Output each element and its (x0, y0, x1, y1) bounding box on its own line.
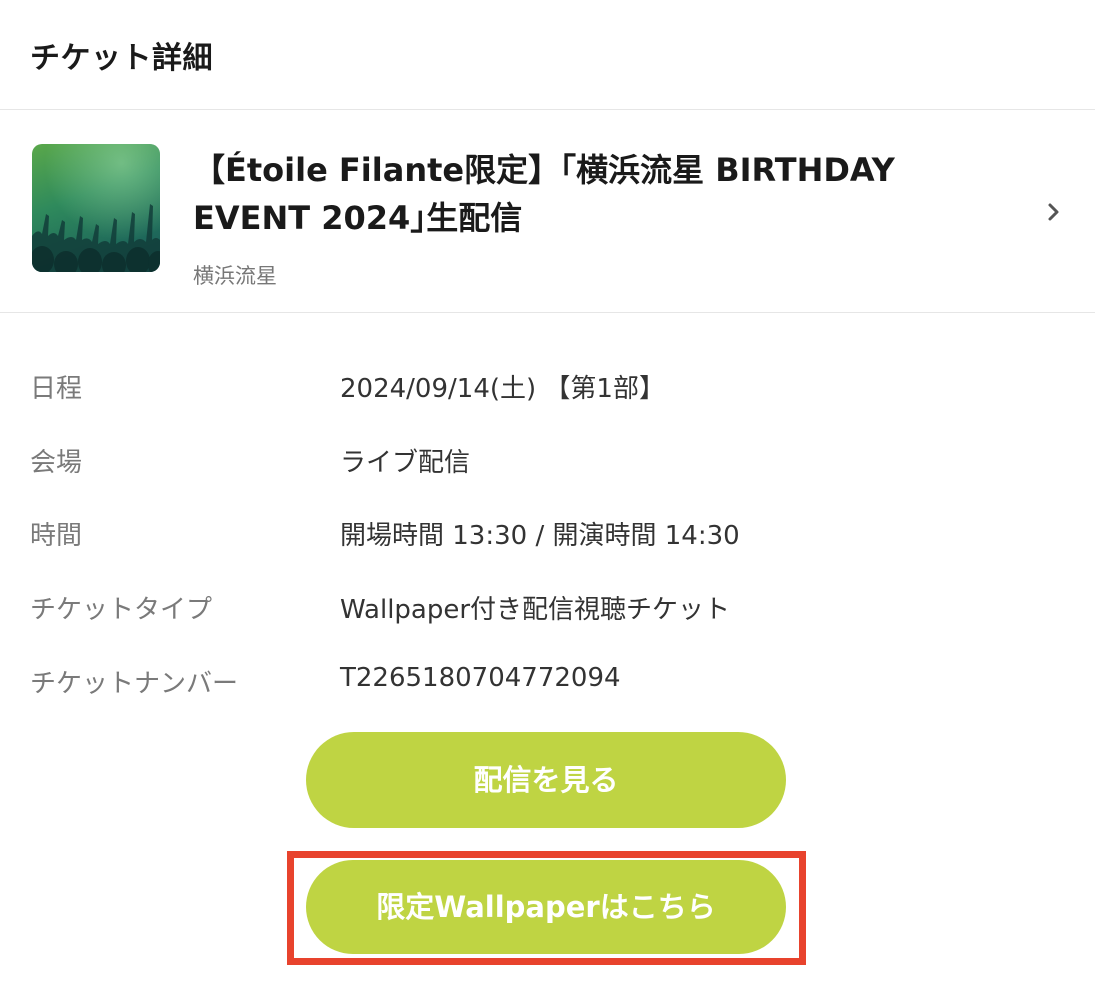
event-card[interactable]: 【Étoile Filante限定】｢横浜流星 BIRTHDAY EVENT 2… (0, 110, 1095, 313)
detail-value: ライブ配信 (340, 448, 471, 478)
detail-label: チケットタイプ (30, 595, 213, 625)
ticket-detail-page: チケット詳細 【Étoile Filante限定】｢横浜流星 BIRTHDAY … (0, 0, 1095, 988)
detail-row-ticket-type: チケットタイプ Wallpaper付き配信視聴チケット (0, 589, 1095, 629)
detail-label: 日程 (30, 374, 83, 404)
detail-label: 会場 (30, 448, 83, 478)
concert-crowd-image (32, 144, 160, 272)
detail-label: 時間 (30, 521, 83, 551)
detail-row-ticket-number: チケットナンバー T2265180704772094 (0, 663, 1095, 703)
chevron-right-icon[interactable] (1044, 202, 1064, 222)
detail-label: チケットナンバー (30, 669, 239, 699)
detail-value: 開場時間 13:30 / 開演時間 14:30 (340, 521, 740, 551)
detail-row-date: 日程 2024/09/14(土) 【第1部】 (0, 368, 1095, 408)
page-header: チケット詳細 (0, 0, 1095, 110)
page-title: チケット詳細 (30, 41, 213, 76)
event-artist: 横浜流星 (193, 264, 277, 288)
event-title: 【Étoile Filante限定】｢横浜流星 BIRTHDAY EVENT 2… (193, 151, 895, 237)
limited-wallpaper-button[interactable]: 限定Wallpaperはこちら (306, 860, 786, 954)
watch-stream-button[interactable]: 配信を見る (306, 732, 786, 828)
detail-row-venue: 会場 ライブ配信 (0, 442, 1095, 482)
detail-value: 2024/09/14(土) 【第1部】 (340, 374, 665, 404)
detail-value: T2265180704772094 (340, 663, 621, 693)
detail-row-time: 時間 開場時間 13:30 / 開演時間 14:30 (0, 515, 1095, 555)
event-thumbnail (32, 144, 160, 272)
detail-value: Wallpaper付き配信視聴チケット (340, 595, 731, 625)
